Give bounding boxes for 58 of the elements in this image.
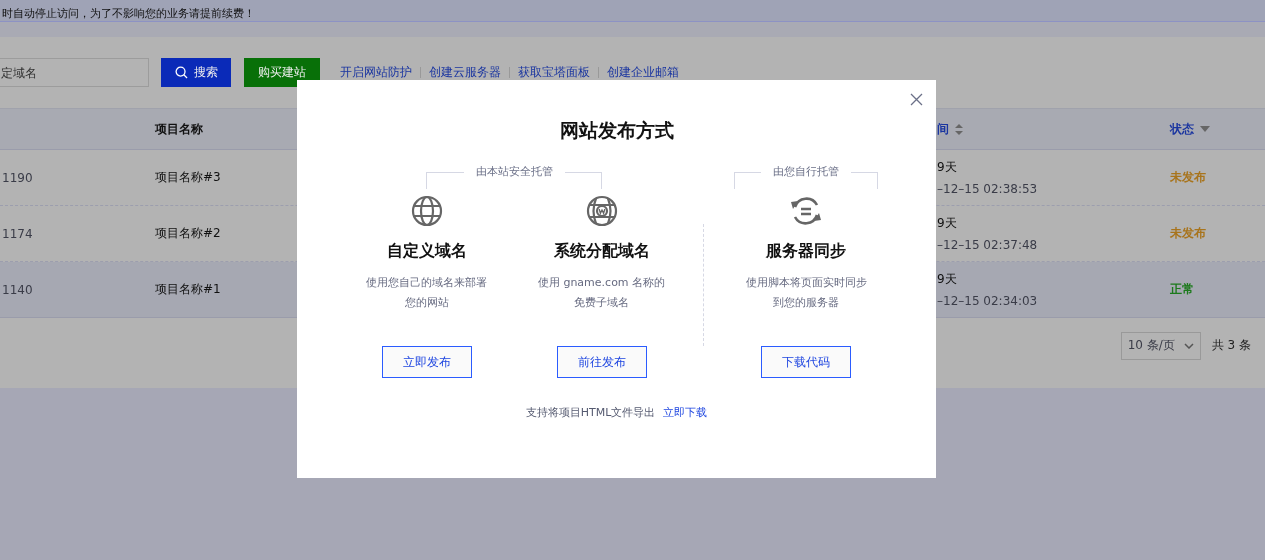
sync-icon — [789, 195, 823, 227]
toolbar-link[interactable]: 获取宝塔面板 — [518, 64, 590, 81]
table-cell: –12–15 02:38:53 — [937, 182, 1038, 196]
column-header[interactable]: 间 — [937, 120, 949, 138]
column-header[interactable]: 状态 — [1170, 120, 1194, 138]
option-title: 系统分配域名 — [553, 241, 650, 262]
option-description: 您的网站 — [404, 295, 449, 310]
bracket-line — [564, 172, 602, 189]
globe-w-icon — [585, 195, 618, 227]
option-description: 使用您自己的域名来部署 — [366, 275, 487, 290]
status-label: 未发布 — [1170, 225, 1206, 242]
table-cell: 1174 — [2, 226, 33, 241]
close-icon — [910, 93, 923, 106]
option-description: 使用脚本将页面实时同步 — [745, 275, 867, 290]
table-cell: 9天 — [937, 271, 957, 288]
filter-caret-icon[interactable] — [1200, 126, 1210, 132]
table-cell: 9天 — [937, 159, 957, 176]
option-button[interactable]: 前往发布 — [556, 346, 647, 378]
table-cell: 1190 — [2, 170, 33, 185]
export-note: 支持将项目HTML文件导出 — [525, 405, 656, 420]
table-cell: 9天 — [937, 215, 957, 232]
option-description: 使用 gname.com 名称的 — [537, 275, 666, 290]
chevron-down-icon — [1183, 342, 1194, 349]
table-cell: 1140 — [2, 282, 33, 297]
option-description: 到您的服务器 — [773, 295, 839, 310]
toolbar-link[interactable]: 创建云服务器 — [429, 64, 501, 81]
page-size-select[interactable]: 10 条/页 — [1120, 331, 1201, 360]
status-label: 未发布 — [1170, 169, 1206, 186]
table-cell: –12–15 02:37:48 — [937, 238, 1038, 252]
bracket-line — [851, 172, 878, 189]
bracket-line — [734, 172, 761, 189]
option-description: 免费子域名 — [574, 295, 629, 310]
status-label: 正常 — [1170, 281, 1194, 298]
domain-search-field[interactable]: 定域名 — [0, 58, 149, 87]
project-link[interactable]: 项目名称#2 — [155, 225, 221, 242]
search-icon — [174, 66, 188, 79]
group-label: 由您自行托管 — [773, 164, 839, 180]
project-link[interactable]: 项目名称#1 — [155, 281, 221, 298]
notice-text: 时自动停止访问，为了不影响您的业务请提前续费！ — [2, 6, 255, 21]
group-label: 由本站安全托管 — [475, 164, 553, 180]
toolbar-link[interactable]: 创建企业邮箱 — [607, 64, 679, 81]
project-link[interactable]: 项目名称#3 — [155, 169, 221, 186]
option-title: 服务器同步 — [766, 241, 846, 262]
close-button[interactable] — [910, 93, 923, 106]
column-header: 项目名称 — [155, 120, 203, 138]
toolbar-link[interactable]: 开启网站防护 — [340, 64, 412, 81]
search-button[interactable]: 搜索 — [161, 58, 231, 87]
bracket-line — [426, 172, 464, 189]
option-button[interactable]: 立即发布 — [381, 346, 472, 378]
table-cell: –12–15 02:34:03 — [937, 294, 1038, 308]
total-count: 共 3 条 — [1211, 337, 1251, 354]
download-link[interactable]: 立即下载 — [663, 405, 708, 420]
sort-icon[interactable] — [955, 123, 963, 135]
option-button[interactable]: 下载代码 — [761, 346, 851, 378]
globe-icon — [410, 195, 443, 227]
dialog-title: 网站发布方式 — [558, 118, 675, 142]
buy-site-button[interactable]: 购买建站 — [244, 58, 320, 87]
option-title: 自定义域名 — [386, 241, 467, 262]
